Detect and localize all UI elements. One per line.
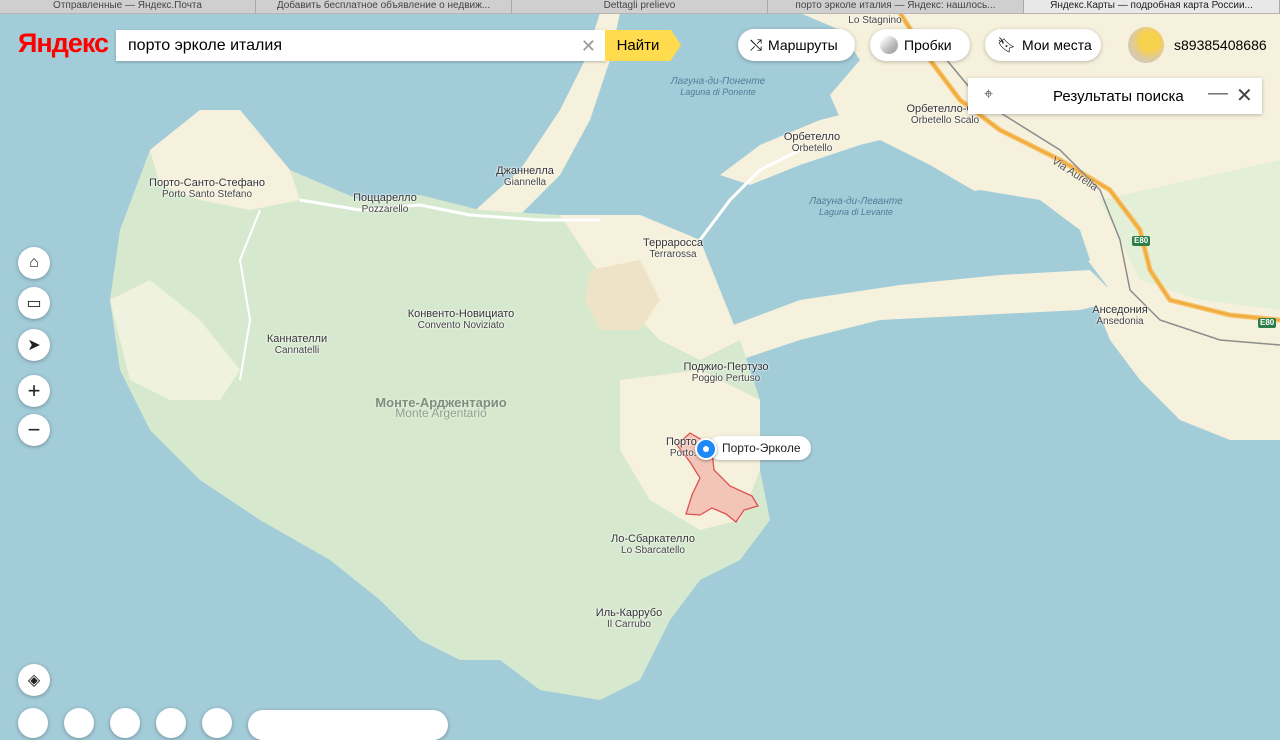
place-name-ru: Каннателли — [266, 333, 328, 345]
search-result-marker-pin[interactable] — [695, 438, 717, 460]
place-name-ru: Иль-Каррубо — [595, 607, 663, 619]
my-places-button[interactable]: 🔖︎ Мои места — [985, 29, 1101, 61]
minus-icon: − — [27, 417, 41, 442]
place-label-lo-sbarcatello[interactable]: Ло-Сбаркателло Lo Sbarcatello — [611, 533, 695, 557]
zoom-out-button[interactable]: − — [18, 414, 50, 446]
place-name-ru: Терраросса — [643, 237, 703, 249]
place-name-it: Orbetello Scalo — [910, 115, 980, 126]
briefcase-icon: ▭ — [26, 295, 42, 312]
avatar[interactable] — [1128, 27, 1164, 63]
place-label-poggio-pertuso[interactable]: Поджио-Пертузо Poggio Pertuso — [683, 361, 769, 385]
water-label-laguna-levante: Лагуна-ди-Леванте Laguna di Levante — [809, 196, 903, 218]
home-icon: ⌂ — [29, 254, 39, 271]
place-name-ru: Лагуна-ди-Леванте — [809, 196, 903, 207]
place-label-cannatelli[interactable]: Каннателли Cannatelli — [266, 333, 328, 357]
road-shield-e80: E80 — [1132, 236, 1151, 246]
locate-icon: ➤ — [27, 337, 41, 354]
place-name-it: Laguna di Levante — [818, 207, 894, 217]
place-label-lo-stagnino[interactable]: Lo Stagnino — [848, 15, 901, 26]
place-name-ru: Конвенто-Новициато — [407, 308, 515, 320]
place-name-it: Poggio Pertuso — [691, 373, 761, 384]
place-label-orbetello[interactable]: Орбетелло Orbetello — [783, 131, 841, 155]
work-button[interactable]: ▭ — [18, 287, 50, 319]
layers-icon: ◈ — [27, 672, 41, 689]
plus-icon: + — [27, 378, 41, 403]
zoom-in-button[interactable]: + — [18, 375, 50, 407]
place-label-giannella[interactable]: Джаннелла Giannella — [496, 165, 554, 189]
bottom-panel[interactable] — [248, 710, 448, 740]
browser-tab[interactable]: Отправленные — Яндекс.Почта — [0, 0, 256, 13]
place-name-ru: Поццарелло — [353, 192, 417, 204]
place-name-ru: Порто-Санто-Стефано — [149, 177, 265, 189]
search-results-title[interactable]: Результаты поиска — [1053, 88, 1184, 105]
place-label-il-carrubo[interactable]: Иль-Каррубо Il Carrubo — [595, 607, 663, 631]
search-result-marker-label[interactable]: Порто-Эрколе — [708, 436, 811, 460]
map-canvas[interactable]: Порто-Санто-Стефано Porto Santo Stefano … — [0, 13, 1280, 720]
username[interactable]: s89385408686 — [1174, 37, 1267, 53]
place-name-ru: Поджио-Пертузо — [683, 361, 769, 373]
route-icon: ⤭ — [750, 36, 763, 54]
home-button[interactable]: ⌂ — [18, 247, 50, 279]
traffic-icon — [880, 36, 898, 54]
traffic-label: Пробки — [904, 37, 952, 53]
close-icon[interactable]: ✕ — [1236, 83, 1253, 108]
place-label-ansedonia[interactable]: Анседония Ansedonia — [1092, 304, 1148, 328]
browser-tab[interactable]: Добавить бесплатное объявление о недвиж.… — [256, 0, 512, 13]
bottom-tool-button[interactable] — [156, 708, 186, 738]
road-shield-e80: E80 — [1258, 318, 1277, 328]
locate-button[interactable]: ➤ — [18, 329, 50, 361]
my-places-label: Мои места — [1022, 37, 1092, 53]
place-name-it: Pozzarello — [361, 204, 409, 215]
browser-tab[interactable]: Dettagli prelievo — [512, 0, 768, 13]
layers-button[interactable]: ◈ — [18, 664, 50, 696]
place-name-ru: Анседония — [1092, 304, 1148, 316]
search-input[interactable] — [126, 35, 570, 56]
routes-button[interactable]: ⤭ Маршруты — [738, 29, 855, 61]
search-box: ✕ — [116, 30, 606, 61]
browser-tab[interactable]: порто эрколе италия — Яндекс: нашлось... — [768, 0, 1024, 13]
place-name-it: Lo Stagnino — [848, 15, 902, 26]
place-name-it: Terrarossa — [649, 249, 697, 260]
browser-tab-active[interactable]: Яндекс.Карты — подробная карта России... — [1024, 0, 1280, 13]
place-name-ru: Лагуна-ди-Поненте — [670, 76, 766, 87]
minimize-icon[interactable]: — — [1208, 82, 1228, 105]
clear-search-icon[interactable]: ✕ — [581, 36, 596, 57]
yandex-logo[interactable]: Яндекс — [18, 28, 109, 59]
place-name-it: Cannatelli — [274, 345, 320, 356]
place-name-it: Giannella — [503, 177, 547, 188]
place-name-it: Orbetello — [791, 143, 833, 154]
bottom-tool-button[interactable] — [202, 708, 232, 738]
area-label-monte-argentario[interactable]: Монте-Арджентарио Monte Argentario — [375, 396, 506, 419]
place-name-it: Lo Sbarcatello — [621, 545, 685, 556]
bookmark-icon: 🔖︎ — [997, 37, 1017, 54]
bottom-tool-button[interactable] — [64, 708, 94, 738]
traffic-button[interactable]: Пробки — [870, 29, 970, 61]
place-label-terrarossa[interactable]: Терраросса Terrarossa — [643, 237, 703, 261]
search-results-panel: ⌖ Результаты поиска — ✕ — [968, 78, 1262, 114]
water-label-laguna-ponente: Лагуна-ди-Поненте Laguna di Ponente — [671, 76, 765, 98]
place-name-it: Laguna di Ponente — [680, 87, 756, 97]
find-button[interactable]: Найти — [605, 30, 681, 61]
place-label-porto-santo-stefano[interactable]: Порто-Санто-Стефано Porto Santo Stefano — [149, 177, 265, 201]
pin-icon: ⌖ — [984, 86, 994, 103]
place-name-it: Ansedonia — [1096, 316, 1144, 327]
bottom-tool-button[interactable] — [18, 708, 48, 738]
browser-tab-strip: Отправленные — Яндекс.Почта Добавить бес… — [0, 0, 1280, 14]
place-name-ru: Ло-Сбаркателло — [611, 533, 695, 545]
place-label-pozzarello[interactable]: Поццарелло Pozzarello — [353, 192, 417, 216]
place-name-ru: Орбетелло — [783, 131, 841, 143]
place-name-it: Il Carrubo — [607, 619, 651, 630]
bottom-tool-button[interactable] — [110, 708, 140, 738]
routes-label: Маршруты — [768, 37, 838, 53]
place-name-it: Porto Santo Stefano — [161, 189, 253, 200]
place-name-ru: Джаннелла — [496, 165, 554, 177]
place-name-it: Convento Noviziato — [417, 320, 505, 331]
place-label-convento-noviziato[interactable]: Конвенто-Новициато Convento Noviziato — [407, 308, 515, 332]
